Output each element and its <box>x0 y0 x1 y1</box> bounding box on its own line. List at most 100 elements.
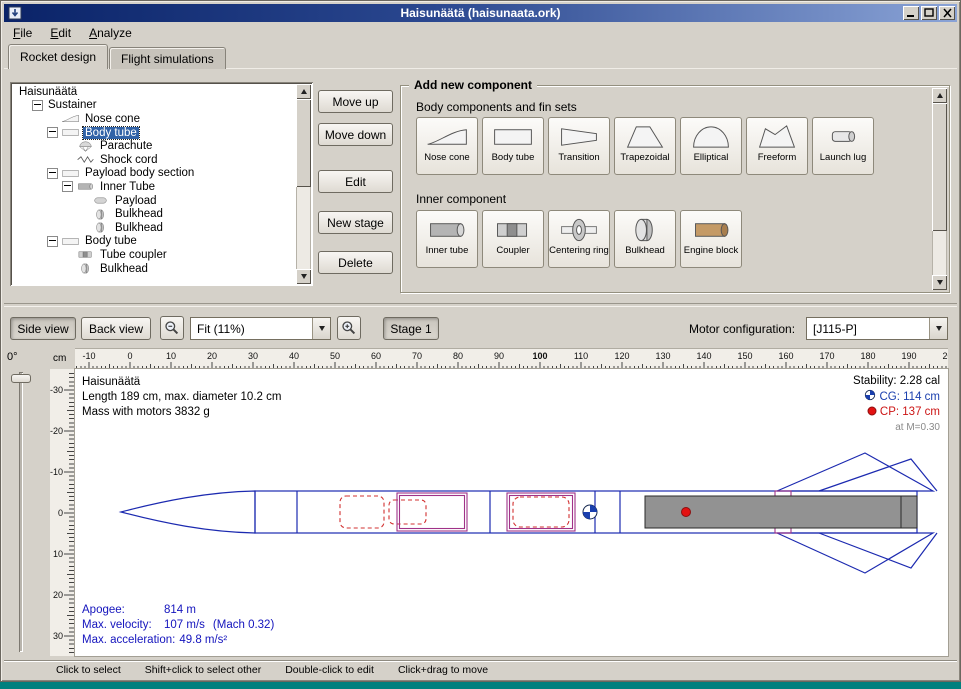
scroll-down-button[interactable] <box>932 275 947 290</box>
maximize-icon <box>924 8 935 18</box>
status-hint-click-to-select: Click to select <box>56 664 121 676</box>
arrow-down-icon <box>937 280 943 285</box>
add-coupler-button[interactable]: Coupler <box>482 210 544 268</box>
scroll-thumb[interactable] <box>296 99 311 187</box>
palette-scrollbar[interactable] <box>932 88 947 290</box>
tree-item-inner-tube[interactable]: Inner Tube <box>13 180 295 194</box>
add-innertube-button[interactable]: Inner tube <box>416 210 478 268</box>
cp-marker <box>682 508 691 517</box>
ruler-horizontal: -100102030405060708090100110120130140150… <box>75 348 948 370</box>
add-transition-button[interactable]: Transition <box>548 117 610 175</box>
svg-text:0: 0 <box>58 508 63 518</box>
tree-item-bulkhead[interactable]: Bulkhead <box>13 221 295 235</box>
chevron-down-icon[interactable] <box>312 318 330 339</box>
tree-item-sustainer[interactable]: Sustainer <box>13 99 295 113</box>
zoom-select[interactable]: Fit (11%) <box>190 317 331 340</box>
tree-item-payload[interactable]: Payload <box>13 194 295 208</box>
menu-analyze[interactable]: Analyze <box>80 24 141 42</box>
edit-button[interactable]: Edit <box>318 170 393 193</box>
collapse-icon[interactable] <box>47 168 58 179</box>
palette-button-label: Freeform <box>758 153 797 163</box>
delete-button[interactable]: Delete <box>318 251 393 274</box>
add-centering-button[interactable]: Centering ring <box>548 210 610 268</box>
collapse-icon[interactable] <box>47 127 58 138</box>
tree-item-bulkhead[interactable]: Bulkhead <box>13 207 295 221</box>
menu-edit[interactable]: Edit <box>41 24 80 42</box>
tree-item-haisunäätä[interactable]: Haisunäätä <box>13 85 295 99</box>
tree-scrollbar[interactable] <box>296 84 311 284</box>
svg-text:90: 90 <box>494 351 504 361</box>
move-up-button[interactable]: Move up <box>318 90 393 113</box>
tree-item-body-tube[interactable]: Body tube <box>13 235 295 249</box>
svg-text:-20: -20 <box>50 426 63 436</box>
ruler-unit-label: cm <box>53 353 66 364</box>
svg-text:20: 20 <box>207 351 217 361</box>
split-divider[interactable] <box>4 303 957 307</box>
motor-config-label: Motor configuration: <box>689 322 795 336</box>
tree-item-bulkhead[interactable]: Bulkhead <box>13 262 295 276</box>
coupler-icon <box>490 215 536 245</box>
stage-1-toggle[interactable]: Stage 1 <box>383 317 439 340</box>
minimize-icon <box>906 8 917 18</box>
tree-item-body-tube[interactable]: Body tube <box>13 126 295 140</box>
cg-icon <box>864 389 876 401</box>
maximize-button[interactable] <box>921 6 937 20</box>
tab-rocket-design[interactable]: Rocket design <box>8 44 108 69</box>
add-bulkhead-button[interactable]: Bulkhead <box>614 210 676 268</box>
add-trapezoidal-button[interactable]: Trapezoidal <box>614 117 676 175</box>
svg-text:70: 70 <box>412 351 422 361</box>
nose-cone-shape[interactable] <box>121 491 255 533</box>
palette-group-label: Inner component <box>416 192 506 206</box>
inner-components-dashed[interactable] <box>340 496 569 528</box>
bulkhead-icon <box>622 215 668 245</box>
scroll-up-button[interactable] <box>296 84 311 99</box>
add-engineblock-button[interactable]: Engine block <box>680 210 742 268</box>
tree-item-tube-coupler[interactable]: Tube coupler <box>13 248 295 262</box>
rocket-canvas[interactable]: Haisunäätä Length 189 cm, max. diameter … <box>75 369 948 656</box>
tab-flight-simulations[interactable]: Flight simulations <box>109 47 226 69</box>
tree-item-payload-body-section[interactable]: Payload body section <box>13 167 295 181</box>
svg-text:0: 0 <box>127 351 132 361</box>
palette-button-label: Elliptical <box>694 153 729 163</box>
chevron-down-icon[interactable] <box>929 318 947 339</box>
new-stage-button[interactable]: New stage <box>318 211 393 234</box>
engineblock-icon <box>688 215 734 245</box>
parachute-icon <box>76 140 95 153</box>
svg-text:10: 10 <box>53 549 63 559</box>
menu-file[interactable]: File <box>4 24 41 42</box>
move-down-button[interactable]: Move down <box>318 123 393 146</box>
scroll-up-button[interactable] <box>932 88 947 103</box>
rotation-slider-track[interactable] <box>19 372 23 652</box>
scroll-thumb[interactable] <box>932 103 947 231</box>
add-elliptical-button[interactable]: Elliptical <box>680 117 742 175</box>
side-view-button[interactable]: Side view <box>10 317 76 340</box>
shockcord-icon <box>76 153 95 166</box>
collapse-icon[interactable] <box>32 100 43 111</box>
add-launchlug-button[interactable]: Launch lug <box>812 117 874 175</box>
add-freeform-button[interactable]: Freeform <box>746 117 808 175</box>
tree-item-parachute[interactable]: Parachute <box>13 139 295 153</box>
arrow-down-icon <box>301 274 307 279</box>
close-button[interactable] <box>939 6 955 20</box>
rotation-slider-thumb[interactable] <box>11 374 31 383</box>
back-view-button[interactable]: Back view <box>81 317 151 340</box>
collapse-icon[interactable] <box>62 181 73 192</box>
zoom-in-button[interactable] <box>337 316 361 340</box>
parachute-shape <box>340 496 384 528</box>
palette-button-label: Nose cone <box>424 153 469 163</box>
add-nosecone-button[interactable]: Nose cone <box>416 117 478 175</box>
close-icon <box>942 8 953 18</box>
title-bar[interactable]: Haisunäätä (haisunaata.ork) <box>4 4 957 22</box>
collapse-icon[interactable] <box>47 236 58 247</box>
motor-config-select[interactable]: [J115-P] <box>806 317 948 340</box>
zoom-out-button[interactable] <box>160 316 184 340</box>
tree-item-shock-cord[interactable]: Shock cord <box>13 153 295 167</box>
palette-row: Nose cone Body tubeTransitionTrapezoidal E… <box>416 117 874 175</box>
scroll-down-button[interactable] <box>296 269 311 284</box>
tree-item-nose-cone[interactable]: Nose cone <box>13 112 295 126</box>
cp-line: CP: 137 cm <box>853 405 940 420</box>
minimize-button[interactable] <box>903 6 919 20</box>
svg-text:20: 20 <box>53 590 63 600</box>
svg-text:200: 200 <box>942 351 948 361</box>
add-bodytube-button[interactable]: Body tube <box>482 117 544 175</box>
